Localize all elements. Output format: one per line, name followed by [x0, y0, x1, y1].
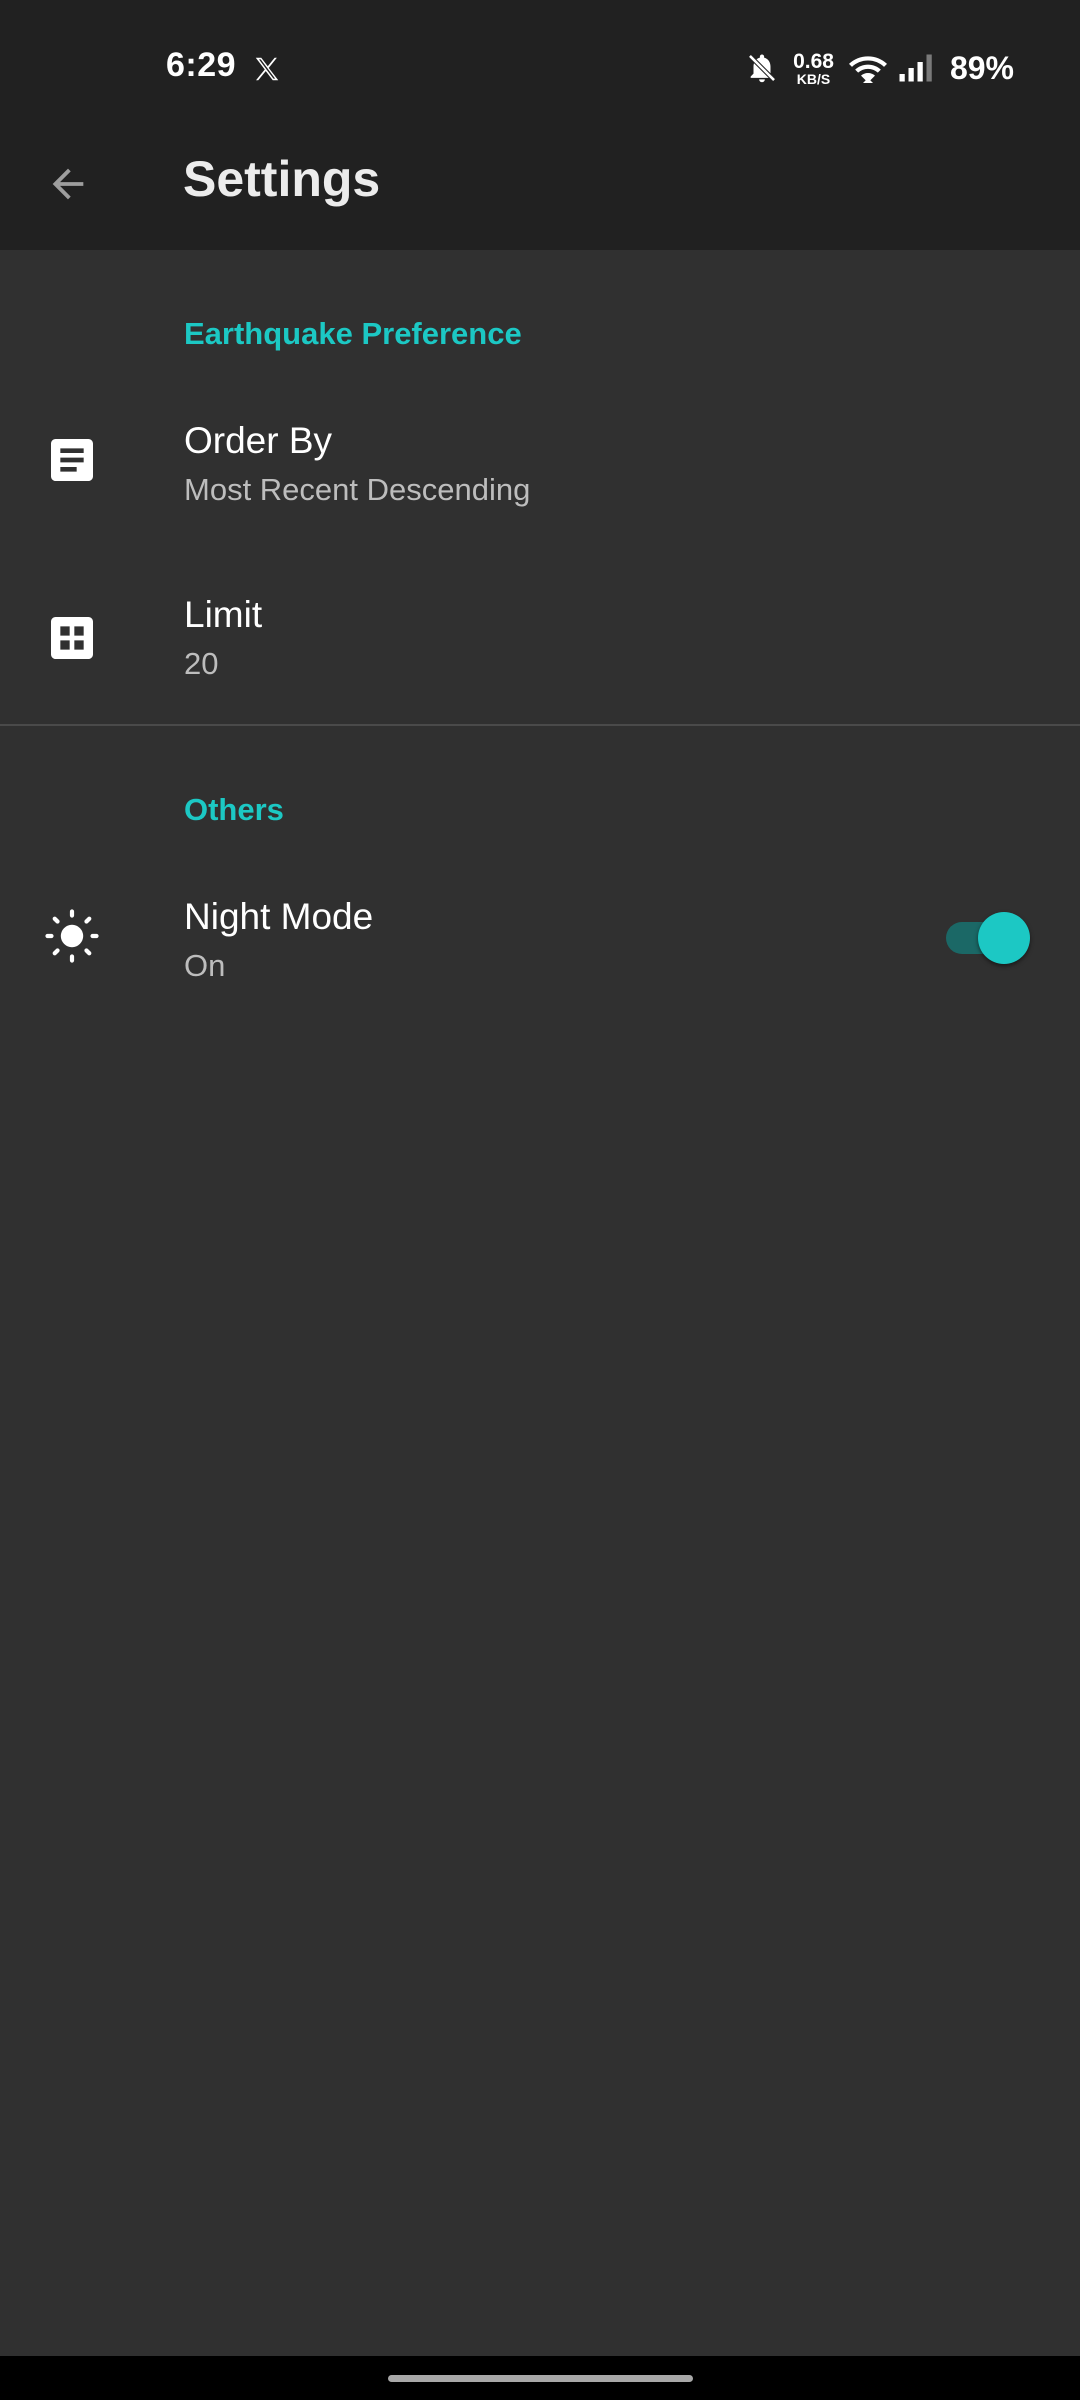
- signal-icon: [899, 54, 932, 82]
- page-title: Settings: [183, 151, 381, 207]
- toggle-thumb: [978, 912, 1030, 964]
- night-mode-toggle[interactable]: [946, 912, 1032, 964]
- x-logo-icon: [255, 57, 279, 81]
- back-button[interactable]: [28, 144, 108, 224]
- grid-icon: [51, 617, 93, 659]
- navigation-bar: [0, 2356, 1080, 2400]
- pref-summary-night-mode: On: [184, 948, 226, 983]
- section-header-earthquake-preference: Earthquake Preference: [184, 316, 522, 351]
- pref-summary-limit: 20: [184, 646, 219, 681]
- settings-screen: 6:29 0.68 KB/S 89% Settings Earthquake P…: [0, 0, 1080, 2400]
- document-icon: [51, 439, 93, 481]
- bell-muted-icon: [747, 53, 777, 83]
- brightness-icon: [45, 909, 99, 963]
- network-speed-value: 0.68: [793, 49, 834, 73]
- section-header-others: Others: [184, 792, 284, 827]
- battery-level: 89%: [949, 49, 1014, 86]
- pref-title-night-mode: Night Mode: [184, 896, 374, 937]
- pref-order-by[interactable]: Order By Most Recent Descending: [0, 382, 1080, 542]
- network-speed: 0.68 KB/S: [793, 51, 834, 86]
- status-time: 6:29: [166, 46, 237, 84]
- status-indicators: 0.68 KB/S 89%: [745, 46, 1014, 90]
- section-divider: [0, 724, 1080, 726]
- pref-summary-order-by: Most Recent Descending: [184, 472, 531, 507]
- pref-limit[interactable]: Limit 20: [0, 558, 1080, 718]
- pref-title-limit: Limit: [184, 594, 263, 635]
- pref-night-mode[interactable]: Night Mode On: [0, 858, 1080, 1018]
- arrow-back-icon: [52, 168, 84, 200]
- wifi-icon: [848, 56, 887, 83]
- status-bar: 6:29 0.68 KB/S 89%: [0, 0, 1080, 106]
- pref-title-order-by: Order By: [184, 420, 333, 461]
- network-speed-unit: KB/S: [796, 70, 831, 87]
- home-gesture-handle[interactable]: [388, 2375, 693, 2382]
- app-bar: Settings: [0, 106, 1080, 250]
